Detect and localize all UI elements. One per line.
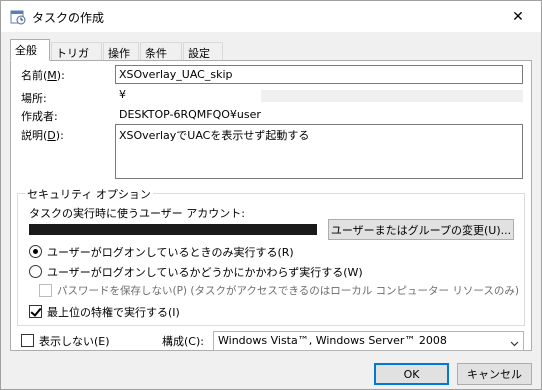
cancel-button[interactable]: キャンセル [457, 363, 532, 385]
change-user-button-label: ユーザーまたはグループの変更(U)... [330, 223, 512, 237]
ok-button[interactable]: OK [374, 363, 449, 385]
no-store-password-label: パスワードを保存しない(P) (タスクがアクセスできるのはローカル コンピュータ… [57, 285, 519, 297]
create-task-dialog: タスクの作成 ✕ 全般 トリガー 操作 条件 設定 名前(M): XSOverl… [0, 0, 542, 390]
radio-whether-logged-on-label: ユーザーがログオンしているかどうかにかかわらず実行する(W) [47, 266, 363, 279]
radio-whether-logged-on[interactable] [29, 265, 42, 278]
security-options-title: セキュリティ オプション [25, 186, 153, 202]
cancel-button-label: キャンセル [467, 368, 522, 381]
description-label: 説明(D): [21, 129, 64, 142]
hidden-label: 表示しない(E) [39, 335, 110, 348]
author-label: 作成者: [21, 110, 58, 123]
change-user-button[interactable]: ユーザーまたはグループの変更(U)... [328, 219, 514, 240]
location-value: ¥ [119, 88, 126, 101]
name-label: 名前(M): [21, 69, 65, 82]
no-store-password-checkbox[interactable] [39, 284, 52, 297]
chevron-down-icon [510, 337, 519, 350]
location-field-bar [261, 90, 523, 102]
radio-logged-on-only[interactable] [29, 245, 42, 258]
configure-select[interactable]: Windows Vista™, Windows Server™ 2008 [213, 331, 524, 351]
account-label: タスクの実行時に使うユーザー アカウント: [29, 207, 245, 220]
highest-privileges-checkbox[interactable] [29, 305, 42, 318]
ok-button-label: OK [403, 367, 420, 381]
description-field[interactable]: XSOverlayでUACを表示せず起動する [115, 124, 523, 179]
name-value: XSOverlay_UAC_skip [119, 68, 233, 81]
configure-value: Windows Vista™, Windows Server™ 2008 [218, 334, 447, 347]
highest-privileges-label: 最上位の特権で実行する(I) [47, 306, 180, 319]
name-field[interactable]: XSOverlay_UAC_skip [115, 65, 523, 84]
location-label: 場所: [21, 92, 47, 105]
radio-logged-on-only-label: ユーザーがログオンしているときのみ実行する(R) [47, 246, 294, 259]
configure-label: 構成(C): [162, 335, 204, 348]
redacted-account-name [29, 224, 317, 235]
hidden-checkbox[interactable] [21, 334, 34, 347]
author-value: DESKTOP-6RQMFQO¥user [119, 108, 261, 121]
description-value: XSOverlayでUACを表示せず起動する [119, 129, 310, 142]
